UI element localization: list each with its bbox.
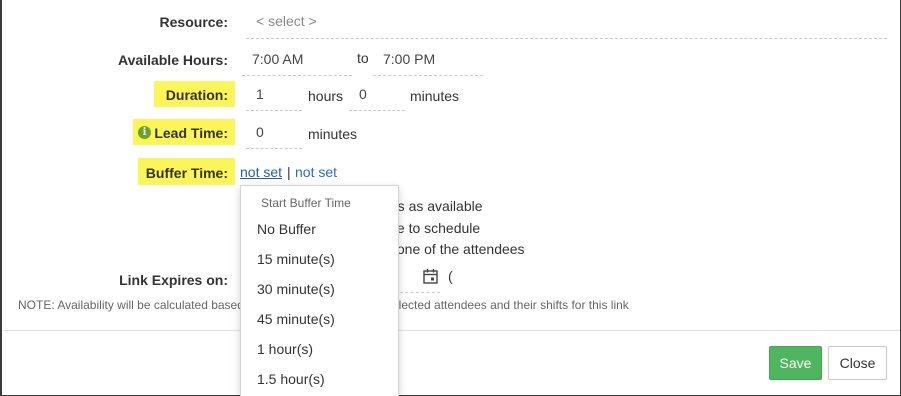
availability-note: NOTE: Availability will be calculated ba… — [18, 298, 244, 312]
minutes-unit: minutes — [410, 88, 460, 104]
dialog: Resource: < select > Available Hours: 7:… — [0, 0, 901, 396]
calendar-icon[interactable] — [423, 268, 438, 289]
resource-select[interactable]: < select > — [246, 13, 887, 39]
save-button[interactable]: Save — [769, 346, 822, 380]
available-hours-label: Available Hours: — [118, 52, 228, 68]
dropdown-item-1-hour[interactable]: 1 hour(s) — [257, 341, 313, 357]
start-buffer-link[interactable]: not set — [240, 164, 282, 180]
duration-hours-input[interactable]: 1 — [246, 86, 302, 111]
option-text-3: y one of the attendees — [386, 241, 525, 257]
close-button[interactable]: Close — [828, 346, 887, 380]
to-text: to — [357, 50, 369, 66]
dropdown-item-15-minutes[interactable]: 15 minute(s) — [257, 251, 335, 267]
link-expires-label: Link Expires on: — [119, 272, 228, 288]
available-hours-from-input[interactable]: 7:00 AM — [242, 51, 352, 76]
info-icon[interactable]: i — [138, 126, 151, 139]
dropdown-item-30-minutes[interactable]: 30 minute(s) — [257, 281, 335, 297]
hours-unit: hours — [308, 88, 344, 104]
lead-time-unit: minutes — [308, 126, 358, 142]
dropdown-item-1-5-hours[interactable]: 1.5 hour(s) — [257, 371, 325, 387]
available-hours-to-input[interactable]: 7:00 PM — [373, 51, 483, 76]
start-buffer-dropdown: Start Buffer Time No Buffer 15 minute(s)… — [240, 185, 399, 396]
dropdown-header: Start Buffer Time — [261, 196, 351, 210]
buffer-time-label: Buffer Time: — [145, 165, 228, 181]
option-text-2: ple to schedule — [386, 220, 481, 236]
resource-label: Resource: — [159, 14, 228, 30]
footer-divider — [4, 330, 900, 331]
option-text-1: ots as available — [386, 198, 483, 214]
lead-time-label: Lead Time: — [154, 125, 228, 141]
end-buffer-link[interactable]: not set — [295, 164, 337, 180]
dropdown-item-no-buffer[interactable]: No Buffer — [257, 221, 316, 237]
lead-time-input[interactable]: 0 — [246, 124, 302, 149]
dropdown-item-45-minutes[interactable]: 45 minute(s) — [257, 311, 335, 327]
duration-minutes-input[interactable]: 0 — [349, 86, 405, 111]
buffer-separator: | — [287, 164, 291, 180]
link-expires-paren: ( — [448, 268, 453, 284]
availability-note-tail: elected attendees and their shifts for t… — [392, 298, 629, 312]
duration-label: Duration: — [165, 87, 228, 103]
